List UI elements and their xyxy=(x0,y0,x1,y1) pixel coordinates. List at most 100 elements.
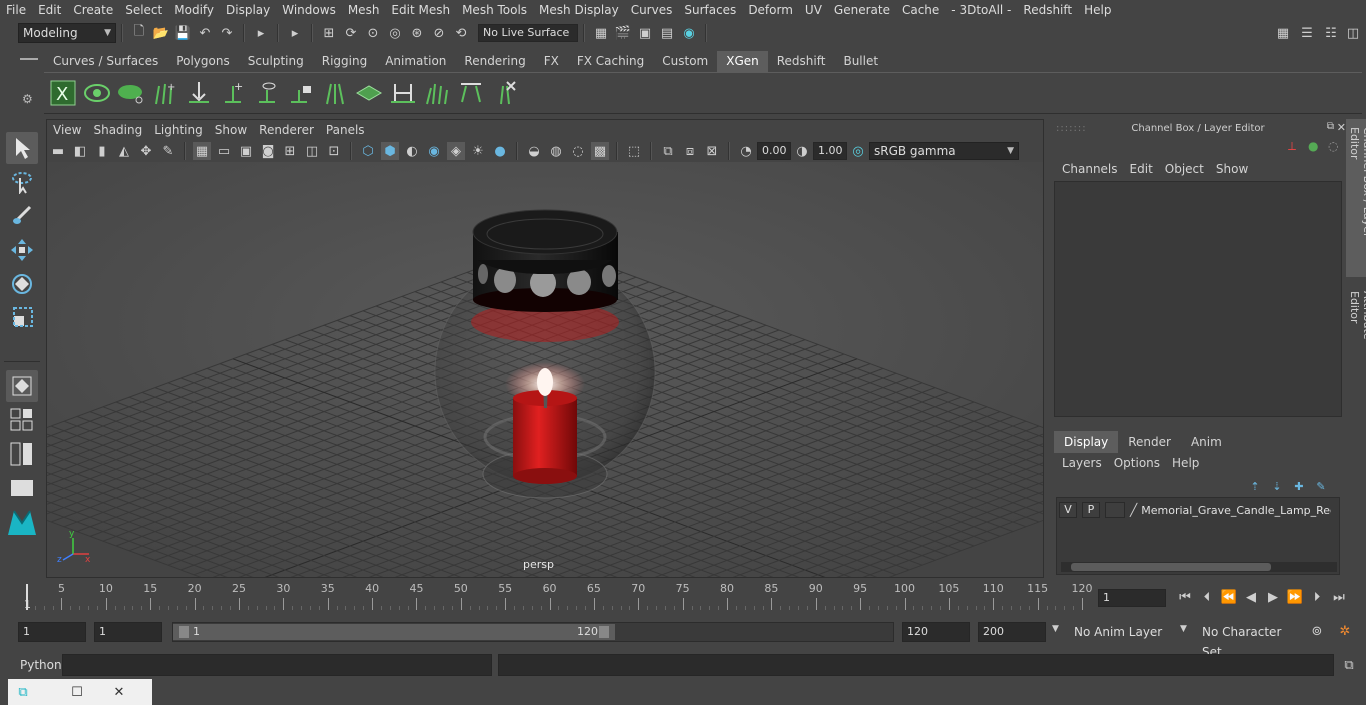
layout-split-icon[interactable] xyxy=(6,438,38,470)
menu-uv[interactable]: UV xyxy=(799,0,828,20)
xgen-guides-icon[interactable]: + xyxy=(150,77,180,109)
menu-redshift[interactable]: Redshift xyxy=(1017,0,1078,20)
tab-curves-surfaces[interactable]: Curves / Surfaces xyxy=(44,51,167,72)
current-frame-field[interactable]: 1 xyxy=(1098,589,1166,607)
menu-windows[interactable]: Windows xyxy=(276,0,342,20)
workspace-icon[interactable]: ▦ xyxy=(1274,24,1292,42)
layer-visibility-toggle[interactable]: V xyxy=(1059,502,1077,518)
playback-end-field[interactable]: 120 xyxy=(902,622,970,642)
viewport-menu-view[interactable]: View xyxy=(47,120,87,140)
save-scene-icon[interactable]: 💾 xyxy=(174,24,192,42)
viewport-menu-panels[interactable]: Panels xyxy=(320,120,371,140)
menu-generate[interactable]: Generate xyxy=(828,0,896,20)
close-window-icon[interactable]: ✕ xyxy=(110,683,128,701)
xgen-lock-guide-icon[interactable] xyxy=(286,77,316,109)
exposure-field[interactable]: 0.00 xyxy=(757,142,791,160)
outliner-icon[interactable]: ☷ xyxy=(1322,24,1340,42)
new-scene-icon[interactable]: 🗋 xyxy=(130,24,148,42)
tab-channel-box-layer-editor[interactable]: Channel Box / Layer Editor xyxy=(1346,119,1366,277)
safe-title-icon[interactable]: ⊡ xyxy=(325,142,343,160)
snap-grid-icon[interactable]: ⊞ xyxy=(320,24,338,42)
layer-menu-options[interactable]: Options xyxy=(1108,453,1166,473)
xray-active-icon[interactable]: ⧈ xyxy=(681,142,699,160)
snap-magnet-icon[interactable]: ⟲ xyxy=(452,24,470,42)
tab-rigging[interactable]: Rigging xyxy=(313,51,376,72)
layers-icon[interactable]: ◫ xyxy=(1344,24,1362,42)
tab-display[interactable]: Display xyxy=(1054,431,1119,453)
menu-cache[interactable]: Cache xyxy=(896,0,945,20)
step-back-icon[interactable]: ⏴ xyxy=(1198,588,1216,606)
mode-selector[interactable]: Modeling ▼ xyxy=(18,23,116,43)
cb-menu-show[interactable]: Show xyxy=(1210,161,1254,177)
camera-icon[interactable]: ▬ xyxy=(49,142,67,160)
screen-space-ao-icon[interactable]: ● xyxy=(491,142,509,160)
backface-culling-icon[interactable]: ⊠ xyxy=(703,142,721,160)
menu-display[interactable]: Display xyxy=(220,0,276,20)
status-dot-icon[interactable]: ● xyxy=(1308,139,1318,153)
scale-tool[interactable] xyxy=(6,302,38,334)
go-to-end-icon[interactable]: ⏭ xyxy=(1330,588,1348,606)
grid-icon[interactable]: ▦ xyxy=(193,142,211,160)
use-all-lights-icon[interactable]: ◈ xyxy=(447,142,465,160)
shadows-icon[interactable]: ☀ xyxy=(469,142,487,160)
xgen-grass-icon[interactable] xyxy=(422,77,452,109)
menu-3dtoall[interactable]: - 3DtoAll - xyxy=(945,0,1017,20)
textured-icon[interactable]: ◉ xyxy=(425,142,443,160)
layer-row[interactable]: V P ╱ Memorial_Grave_Candle_Lamp_Red_l xyxy=(1059,501,1331,519)
collapse-arrow-icon[interactable]: ▸ xyxy=(252,24,270,42)
soft-select-tool[interactable] xyxy=(6,370,38,402)
camera-attributes-icon[interactable]: ◧ xyxy=(71,142,89,160)
3d-viewport[interactable]: y z x persp xyxy=(0,162,1170,705)
gamma-icon[interactable]: ◑ xyxy=(793,142,811,160)
character-set-dropdown[interactable]: No Character Set xyxy=(1196,622,1304,659)
axis-icon[interactable]: ⟂ xyxy=(1288,139,1296,154)
gate-mask-icon[interactable]: ◙ xyxy=(259,142,277,160)
live-surface-field[interactable]: No Live Surface xyxy=(478,24,578,42)
snap-view-icon[interactable]: ◎ xyxy=(386,24,404,42)
tab-polygons[interactable]: Polygons xyxy=(167,51,238,72)
xgen-delete-icon[interactable] xyxy=(490,77,520,109)
lasso-tool[interactable] xyxy=(6,166,38,198)
move-layer-up-icon[interactable]: ⇡ xyxy=(1246,477,1264,495)
layer-display-type[interactable] xyxy=(1105,502,1125,518)
depth-of-field-icon[interactable]: ◌ xyxy=(569,142,587,160)
wireframe-on-shaded-icon[interactable]: ◐ xyxy=(403,142,421,160)
rotate-tool[interactable] xyxy=(6,268,38,300)
menu-mesh[interactable]: Mesh xyxy=(342,0,386,20)
tab-xgen[interactable]: XGen xyxy=(717,51,768,72)
gamma-field[interactable]: 1.00 xyxy=(813,142,847,160)
viewport-menu-show[interactable]: Show xyxy=(209,120,253,140)
layout-quad-icon[interactable] xyxy=(6,404,38,436)
move-layer-down-icon[interactable]: ⇣ xyxy=(1268,477,1286,495)
playback-start-field[interactable]: 1 xyxy=(94,622,162,642)
field-chart-icon[interactable]: ⊞ xyxy=(281,142,299,160)
viewport-menu-shading[interactable]: Shading xyxy=(87,120,148,140)
maximize-icon[interactable]: ☐ xyxy=(68,683,86,701)
film-gate-icon[interactable]: ▭ xyxy=(215,142,233,160)
tab-render[interactable]: Render xyxy=(1118,431,1181,453)
viewport-menu-lighting[interactable]: Lighting xyxy=(148,120,209,140)
scrollbar-thumb[interactable] xyxy=(1071,563,1271,571)
snap-edge-icon[interactable]: ⊘ xyxy=(430,24,448,42)
layer-name[interactable]: Memorial_Grave_Candle_Lamp_Red_l xyxy=(1141,504,1331,517)
wireframe-icon[interactable]: ⬡ xyxy=(359,142,377,160)
layer-menu-help[interactable]: Help xyxy=(1166,453,1205,473)
step-forward-key-icon[interactable]: ⏩ xyxy=(1286,588,1304,606)
tab-attribute-editor[interactable]: Attribute Editor xyxy=(1346,283,1366,379)
options-icon[interactable]: ◌ xyxy=(1328,139,1338,153)
redo-icon[interactable]: ↷ xyxy=(218,24,236,42)
tab-bullet[interactable]: Bullet xyxy=(834,51,887,72)
xgen-sculpt-icon[interactable] xyxy=(320,77,350,109)
xgen-preview-icon[interactable] xyxy=(82,77,112,109)
range-start-handle[interactable] xyxy=(179,626,189,638)
image-plane-icon[interactable]: ◭ xyxy=(115,142,133,160)
xgen-editor-icon[interactable]: X xyxy=(48,77,78,109)
menu-help[interactable]: Help xyxy=(1078,0,1117,20)
drag-handle-icon[interactable]: ::::::: xyxy=(1056,123,1087,134)
menu-edit-mesh[interactable]: Edit Mesh xyxy=(385,0,456,20)
layout-outliner-icon[interactable] xyxy=(6,472,38,504)
auto-key-icon[interactable]: ⊚ xyxy=(1308,622,1326,640)
cb-menu-object[interactable]: Object xyxy=(1159,161,1210,177)
time-slider[interactable]: 5 10 15 20 25 30 35 40 45 50 55 60 65 70 75 80 85 90 95 100… xyxy=(20,582,1093,612)
tab-redshift[interactable]: Redshift xyxy=(768,51,835,72)
